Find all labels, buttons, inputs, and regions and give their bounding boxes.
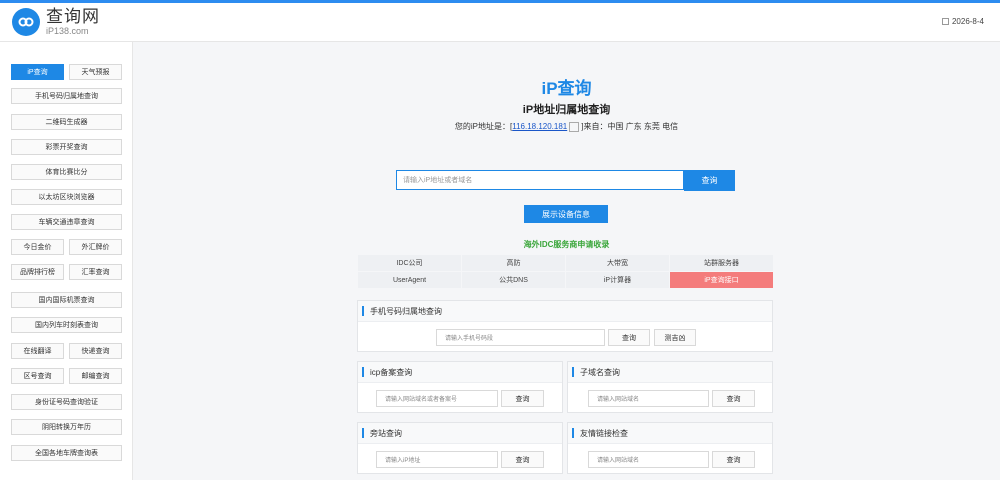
- site-logo[interactable]: 查询网 iP138.com: [12, 8, 100, 36]
- idc-link[interactable]: iP查询接口: [670, 272, 773, 288]
- panel-header: icp备案查询: [358, 362, 562, 383]
- sidebar-item[interactable]: 区号查询: [11, 368, 64, 384]
- sidebar-item[interactable]: 汇率查询: [69, 264, 122, 280]
- sidebar-item[interactable]: 以太坊区块浏览器: [11, 189, 122, 205]
- sidebar-item[interactable]: 天气预报: [69, 64, 122, 80]
- main-content: iP查询 iP地址归属地查询 您的iP地址是：[116.18.120.181 ]来…: [133, 42, 1000, 480]
- sidebar-row: 今日金价 外汇牌价: [11, 239, 122, 255]
- phone-lookup-panel: 手机号码归属地查询 请输入手机号码段 查询 测吉凶: [357, 300, 773, 352]
- idc-link[interactable]: IDC公司: [358, 255, 461, 271]
- panel-header: 手机号码归属地查询: [358, 301, 772, 322]
- my-ip-link[interactable]: 116.18.120.181: [512, 122, 567, 131]
- page-title: iP查询: [541, 79, 592, 98]
- subdomain-search-button[interactable]: 查询: [712, 390, 755, 407]
- idc-link[interactable]: 大带宽: [566, 255, 669, 271]
- idc-link[interactable]: iP计算器: [566, 272, 669, 288]
- sidebar-item[interactable]: 全国各地车牌查询表: [11, 445, 122, 461]
- sidebar-row: 身份证号码查询验证: [11, 394, 122, 410]
- icp-search-button[interactable]: 查询: [501, 390, 544, 407]
- panel-header: 子域名查询: [568, 362, 772, 383]
- panel-title: 旁站查询: [370, 428, 402, 438]
- sidebar-row: 品牌排行榜 汇率查询: [11, 264, 122, 280]
- sidebar-item[interactable]: 外汇牌价: [69, 239, 122, 255]
- sidebar-item[interactable]: 体育比赛比分: [11, 164, 122, 180]
- idc-row: IDC公司 高防 大带宽 站群服务器: [358, 255, 773, 271]
- panel-title: icp备案查询: [370, 367, 413, 377]
- site-header: 查询网 iP138.com 2026-8-4: [0, 3, 1000, 42]
- sidebar-item[interactable]: 身份证号码查询验证: [11, 394, 122, 410]
- sidebar-item[interactable]: 在线翻译: [11, 343, 64, 359]
- calendar-icon: [941, 18, 949, 25]
- idc-link[interactable]: 高防: [462, 255, 565, 271]
- panel-header: 旁站查询: [358, 423, 562, 444]
- sidebar-item[interactable]: iP查询: [11, 64, 64, 80]
- sidebar-row: 全国各地车牌查询表: [11, 445, 122, 461]
- sidebar-row: 在线翻译 快递查询: [11, 343, 122, 359]
- friend-link-search-button[interactable]: 查询: [712, 451, 755, 468]
- sidebar-row: 以太坊区块浏览器: [11, 189, 122, 205]
- sidebar-item[interactable]: 国内列车时刻表查询: [11, 317, 122, 333]
- phone-number-input[interactable]: 请输入手机号码段: [436, 329, 605, 346]
- logo-title: 查询网: [46, 7, 100, 26]
- phone-fortune-button[interactable]: 测吉凶: [654, 329, 696, 346]
- sidebar-item[interactable]: 车辆交通违章查询: [11, 214, 122, 230]
- side-site-input[interactable]: 请输入iP地址: [376, 451, 498, 468]
- sidebar-row: 阴阳转换万年历: [11, 419, 122, 435]
- sidebar-item[interactable]: 今日金价: [11, 239, 64, 255]
- page-subtitle: iP地址归属地查询: [522, 104, 611, 116]
- friend-link-input[interactable]: 请输入网站域名: [588, 451, 709, 468]
- date-text: 2026-8-4: [951, 17, 984, 26]
- sidebar-nav: iP查询 天气预报 手机号码归属地查询 二维码生成器 彩票开奖查询 体育比赛比分 以太坊区块…: [0, 42, 133, 480]
- sidebar-row: 国内国际机票查询: [11, 292, 122, 308]
- subdomain-lookup-panel: 子域名查询 请输入网站域名 查询: [567, 361, 773, 413]
- idc-link[interactable]: 公共DNS: [462, 272, 565, 288]
- sidebar-row: 彩票开奖查询: [11, 139, 122, 155]
- icp-lookup-panel: icp备案查询 请输入网站域名或者备案号 查询: [357, 361, 563, 413]
- sidebar-row: iP查询 天气预报: [11, 64, 122, 80]
- ip-search-button[interactable]: 查询: [684, 170, 735, 191]
- idc-section-title[interactable]: 海外IDC服务商申请收录: [133, 239, 1000, 250]
- logo-icon: [12, 8, 40, 36]
- sidebar-item[interactable]: 手机号码归属地查询: [11, 88, 122, 104]
- panel-header: 友情链接检查: [568, 423, 772, 444]
- date-display: 2026-8-4: [941, 17, 984, 26]
- sidebar-item[interactable]: 邮编查询: [69, 368, 122, 384]
- sidebar-row: 体育比赛比分: [11, 164, 122, 180]
- panel-title: 手机号码归属地查询: [370, 306, 442, 316]
- broken-image-icon: [569, 121, 580, 132]
- sidebar-item[interactable]: 快递查询: [69, 343, 122, 359]
- side-site-search-button[interactable]: 查询: [501, 451, 544, 468]
- phone-search-button[interactable]: 查询: [608, 329, 650, 346]
- sidebar-item[interactable]: 品牌排行榜: [11, 264, 64, 280]
- my-ip-prefix: 您的iP地址是：[: [454, 122, 513, 131]
- icp-input[interactable]: 请输入网站域名或者备案号: [376, 390, 498, 407]
- my-ip-info: 您的iP地址是：[116.18.120.181 ]来自：中国 广东 东莞 电信: [133, 121, 1000, 132]
- show-device-info-button[interactable]: 展示设备信息: [524, 205, 608, 223]
- sidebar-row: 车辆交通违章查询: [11, 214, 122, 230]
- idc-link[interactable]: UserAgent: [358, 272, 461, 288]
- sidebar-item[interactable]: 阴阳转换万年历: [11, 419, 122, 435]
- my-ip-location: ]来自：中国 广东 东莞 电信: [581, 122, 679, 131]
- idc-link-grid: IDC公司 高防 大带宽 站群服务器 UserAgent 公共DNS iP计算器 iP查询接口: [358, 255, 773, 289]
- sidebar-row: 手机号码归属地查询: [11, 88, 122, 104]
- panel-title: 子域名查询: [580, 367, 620, 377]
- sidebar-row: 国内列车时刻表查询: [11, 317, 122, 333]
- idc-link[interactable]: 站群服务器: [670, 255, 773, 271]
- sidebar-item[interactable]: 二维码生成器: [11, 114, 122, 130]
- sidebar-row: 二维码生成器: [11, 114, 122, 130]
- friend-link-panel: 友情链接检查 请输入网站域名 查询: [567, 422, 773, 474]
- sidebar-item[interactable]: 彩票开奖查询: [11, 139, 122, 155]
- logo-domain: iP138.com: [46, 26, 89, 36]
- idc-row: UserAgent 公共DNS iP计算器 iP查询接口: [358, 272, 773, 288]
- panel-title: 友情链接检查: [580, 428, 628, 438]
- ip-search-input[interactable]: 请输入iP地址或者域名: [396, 170, 684, 190]
- sidebar-item[interactable]: 国内国际机票查询: [11, 292, 122, 308]
- sidebar-row: 区号查询 邮编查询: [11, 368, 122, 384]
- subdomain-input[interactable]: 请输入网站域名: [588, 390, 709, 407]
- side-site-panel: 旁站查询 请输入iP地址 查询: [357, 422, 563, 474]
